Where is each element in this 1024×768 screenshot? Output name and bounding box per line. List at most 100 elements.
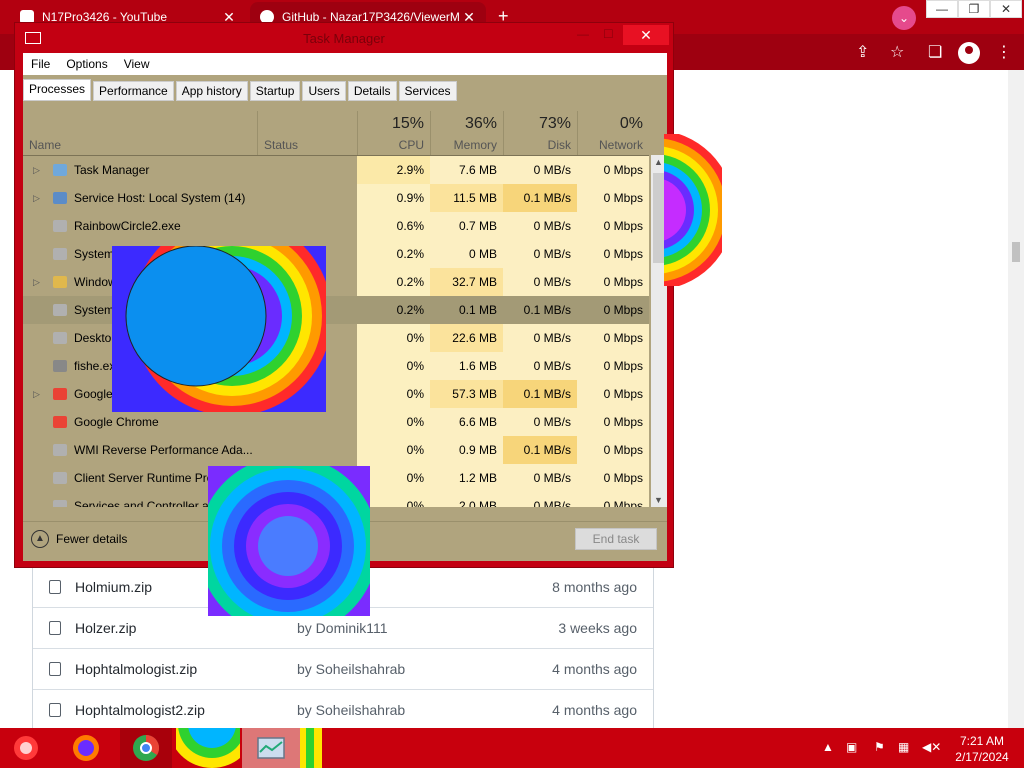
table-row[interactable]: Google Chrome 0% 6.6 MB 0 MB/s 0 Mbps bbox=[23, 408, 649, 436]
tab-startup[interactable]: Startup bbox=[249, 81, 301, 101]
expand-arrow-icon[interactable] bbox=[33, 464, 43, 492]
column-label: CPU bbox=[398, 138, 424, 152]
cpu-value: 0% bbox=[357, 380, 430, 408]
disk-value: 0 MB/s bbox=[503, 156, 577, 184]
table-row[interactable]: WMI Reverse Performance Ada... 0% 0.9 MB 0.… bbox=[23, 436, 649, 464]
column-label: Memory bbox=[453, 138, 497, 152]
expand-arrow-icon[interactable]: ▷ bbox=[33, 268, 43, 296]
notification-area-icon[interactable]: ▣ bbox=[846, 740, 857, 754]
expand-arrow-icon[interactable] bbox=[33, 492, 43, 507]
scroll-down-icon[interactable]: ▼ bbox=[654, 495, 663, 505]
tab-search-button[interactable]: ⌄ bbox=[892, 6, 916, 30]
column-header-status[interactable]: Status bbox=[257, 111, 357, 155]
taskbar-chrome[interactable] bbox=[120, 728, 172, 768]
network-value: 0 Mbps bbox=[577, 184, 649, 212]
chevron-up-icon[interactable]: ▲ bbox=[31, 530, 49, 548]
start-icon bbox=[14, 736, 38, 760]
minimize-button[interactable]: — bbox=[577, 27, 589, 41]
tab-app-history[interactable]: App history bbox=[175, 81, 248, 101]
disk-value: 0 MB/s bbox=[503, 492, 577, 507]
expand-arrow-icon[interactable]: ▷ bbox=[33, 380, 43, 408]
file-date: 4 months ago bbox=[552, 702, 637, 718]
disk-value: 0 MB/s bbox=[503, 324, 577, 352]
table-row[interactable]: ▷ Service Host: Local System (14) 0.9% 11.5… bbox=[23, 184, 649, 212]
rainbow-circle-artifact bbox=[168, 680, 256, 768]
scroll-up-icon[interactable]: ▲ bbox=[654, 157, 663, 167]
taskbar-task-manager[interactable] bbox=[242, 728, 300, 768]
column-header-name[interactable]: Name bbox=[23, 111, 257, 155]
expand-arrow-icon[interactable] bbox=[33, 240, 43, 268]
disk-value: 0 MB/s bbox=[503, 212, 577, 240]
rainbow-circle-artifact bbox=[208, 466, 370, 616]
expand-arrow-icon[interactable] bbox=[33, 436, 43, 464]
task-manager-titlebar[interactable]: Task Manager — ☐ ✕ bbox=[15, 23, 673, 53]
expand-arrow-icon[interactable] bbox=[33, 324, 43, 352]
column-header-network[interactable]: 0% Network bbox=[577, 111, 649, 155]
rainbow-circle-artifact-svg bbox=[300, 728, 322, 768]
process-icon bbox=[53, 444, 67, 456]
cpu-value: 0% bbox=[357, 436, 430, 464]
show-hidden-icons-icon[interactable]: ▲ bbox=[822, 740, 834, 754]
list-item[interactable]: Hophtalmologist.zip by Soheilshahrab 4 m… bbox=[33, 648, 653, 689]
tab-services[interactable]: Services bbox=[398, 81, 457, 101]
expand-arrow-icon[interactable]: ▷ bbox=[33, 156, 43, 184]
tab-details[interactable]: Details bbox=[347, 81, 397, 101]
start-button[interactable] bbox=[0, 728, 52, 768]
menu-file[interactable]: File bbox=[23, 57, 58, 71]
menu-options[interactable]: Options bbox=[58, 57, 115, 71]
network-icon[interactable]: ▦ bbox=[898, 740, 909, 754]
share-icon[interactable]: ⇪ bbox=[856, 42, 869, 62]
expand-arrow-icon[interactable] bbox=[33, 352, 43, 380]
expand-arrow-icon[interactable] bbox=[33, 296, 43, 324]
volume-muted-icon[interactable]: ◀✕ bbox=[922, 740, 941, 754]
memory-value: 1.6 MB bbox=[430, 352, 503, 380]
end-task-button[interactable]: End task bbox=[575, 528, 657, 550]
table-row[interactable]: ▷ Task Manager 2.9% 7.6 MB 0 MB/s 0 Mbps bbox=[23, 156, 649, 184]
maximize-button[interactable]: ☐ bbox=[603, 27, 614, 41]
clock-date[interactable]: 2/17/2024 bbox=[952, 750, 1012, 764]
scrollbar-thumb[interactable] bbox=[1012, 242, 1020, 262]
column-percent: 15% bbox=[391, 115, 424, 132]
process-name: Google Chrome bbox=[74, 415, 159, 429]
column-header-cpu[interactable]: 15% CPU bbox=[357, 111, 430, 155]
column-header-disk[interactable]: 73% Disk bbox=[503, 111, 577, 155]
flag-icon[interactable]: ⚑ bbox=[874, 740, 885, 754]
fewer-details-button[interactable]: Fewer details bbox=[56, 532, 127, 546]
expand-arrow-icon[interactable] bbox=[33, 408, 43, 436]
table-row[interactable]: RainbowCircle2.exe 0.6% 0.7 MB 0 MB/s 0 Mbps bbox=[23, 212, 649, 240]
bookmark-star-icon[interactable]: ☆ bbox=[890, 42, 904, 62]
network-value: 0 Mbps bbox=[577, 408, 649, 436]
process-icon bbox=[53, 416, 67, 428]
rainbow-circle-artifact-svg bbox=[208, 466, 370, 616]
file-name-link[interactable]: Hophtalmologist2.zip bbox=[75, 702, 297, 718]
more-menu-icon[interactable]: ⋮ bbox=[996, 42, 1012, 62]
taskbar-firefox[interactable] bbox=[60, 728, 112, 768]
page-scrollbar[interactable] bbox=[1008, 70, 1024, 728]
file-name-link[interactable]: Holzer.zip bbox=[75, 620, 297, 636]
tab-performance[interactable]: Performance bbox=[93, 81, 174, 101]
minimize-window-button[interactable]: — bbox=[926, 0, 958, 18]
side-panel-icon[interactable]: ❏ bbox=[928, 42, 942, 62]
menu-view[interactable]: View bbox=[116, 57, 158, 71]
expand-arrow-icon[interactable] bbox=[33, 212, 43, 240]
network-value: 0 Mbps bbox=[577, 492, 649, 507]
network-value: 0 Mbps bbox=[577, 268, 649, 296]
file-icon bbox=[49, 662, 61, 676]
tab-processes[interactable]: Processes bbox=[23, 79, 92, 101]
file-name-link[interactable]: Hophtalmologist.zip bbox=[75, 661, 297, 677]
profile-avatar-icon[interactable] bbox=[958, 42, 980, 64]
disk-value: 0.1 MB/s bbox=[503, 380, 577, 408]
network-value: 0 Mbps bbox=[577, 324, 649, 352]
maximize-window-button[interactable]: ❐ bbox=[958, 0, 990, 18]
process-name: Task Manager bbox=[74, 163, 150, 177]
close-button[interactable]: ✕ bbox=[623, 25, 669, 45]
clock-time[interactable]: 7:21 AM bbox=[952, 734, 1012, 748]
process-icon bbox=[53, 164, 67, 176]
tab-users[interactable]: Users bbox=[302, 81, 346, 101]
column-percent: 73% bbox=[538, 115, 571, 132]
file-date: 4 months ago bbox=[552, 661, 637, 677]
column-header-memory[interactable]: 36% Memory bbox=[430, 111, 503, 155]
list-item[interactable]: Hophtalmologist2.zip by Soheilshahrab 4 … bbox=[33, 689, 653, 730]
expand-arrow-icon[interactable]: ▷ bbox=[33, 184, 43, 212]
close-window-button[interactable]: ✕ bbox=[990, 0, 1022, 18]
